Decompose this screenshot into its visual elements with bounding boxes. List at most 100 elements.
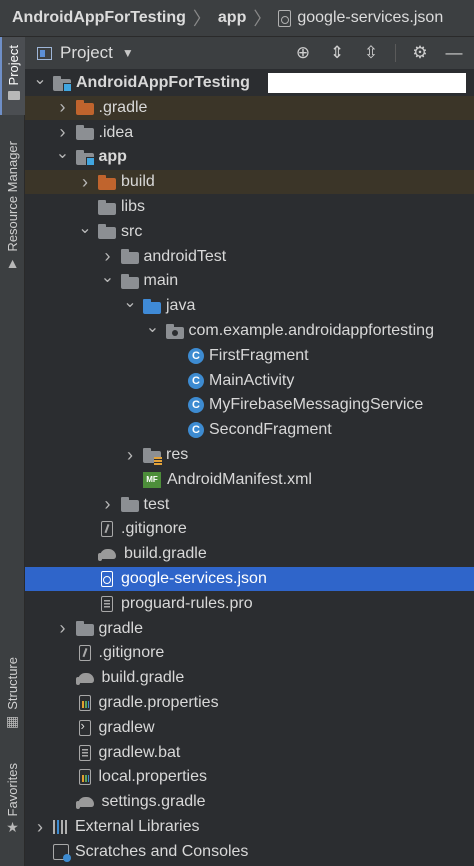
tree-row[interactable]: C SecondFragment (25, 418, 474, 442)
tree-row[interactable]: ⌄ main (25, 269, 474, 293)
tree-row[interactable]: › External Libraries (25, 815, 474, 839)
properties-file-icon (78, 769, 91, 786)
chevron-right-icon[interactable]: › (123, 445, 137, 466)
tree-row[interactable]: build.gradle (25, 666, 474, 690)
chevron-down-icon[interactable]: ⌄ (123, 292, 137, 312)
excluded-folder-icon (98, 174, 116, 190)
tree-row[interactable]: .gitignore (25, 641, 474, 665)
scratches-icon (53, 843, 71, 862)
shapes-icon: ▲ (5, 254, 20, 271)
tree-row-label: google-services.json (121, 570, 267, 587)
tree-row[interactable]: › build (25, 170, 474, 195)
collapse-all-icon[interactable]: ⇳ (361, 43, 381, 63)
gradle-elephant-icon (98, 547, 118, 562)
tree-row[interactable]: google-services.json (25, 567, 474, 591)
tree-row[interactable]: gradlew (25, 716, 474, 740)
tab-structure-label: Structure (5, 657, 20, 710)
folder-icon (7, 91, 20, 101)
project-tree[interactable]: ⌄ AndroidAppForTesting › .gradle › .idea ⌄ app ›… (25, 69, 474, 866)
tree-row[interactable]: ⌄ java (25, 294, 474, 318)
tree-row-label: test (143, 495, 170, 513)
excluded-folder-icon (75, 100, 94, 116)
tree-row[interactable]: ⌄ app (25, 145, 474, 169)
chevron-right-icon[interactable]: › (33, 817, 47, 838)
tree-row[interactable]: build.gradle (25, 542, 474, 566)
tree-row[interactable]: C MainActivity (25, 369, 474, 393)
class-icon: C (188, 397, 204, 414)
chevron-down-icon[interactable]: ⌄ (146, 317, 160, 337)
tree-row-label: libs (121, 198, 146, 215)
chevron-down-icon[interactable]: ⌄ (33, 69, 47, 89)
expand-all-icon[interactable]: ⇕ (327, 43, 347, 63)
resources-folder-icon (143, 447, 162, 465)
tree-row[interactable]: gradle.properties (25, 691, 474, 715)
tab-project-label: Project (6, 45, 21, 86)
breadcrumb-project[interactable]: AndroidAppForTesting (12, 9, 186, 27)
tree-row-label: main (143, 272, 179, 290)
chevron-right-icon[interactable]: › (78, 172, 92, 193)
json-file-icon (101, 571, 113, 587)
tree-row-label: build.gradle (101, 669, 185, 687)
tree-row-label: gradle.properties (98, 694, 219, 711)
tree-row[interactable]: settings.gradle (25, 790, 474, 814)
chevron-down-icon[interactable]: ⌄ (101, 267, 115, 287)
tree-row[interactable]: › res (25, 443, 474, 467)
chevron-down-icon[interactable]: ▼ (122, 46, 134, 60)
settings-icon[interactable]: ⚙ (410, 43, 430, 63)
tree-row-label: proguard-rules.pro (121, 594, 253, 612)
tree-row-label: java (166, 297, 196, 315)
tree-row[interactable]: MF AndroidManifest.xml (25, 468, 474, 492)
structure-icon: ▦ (5, 712, 20, 729)
breadcrumb-module[interactable]: app (218, 9, 246, 27)
tree-row[interactable]: › test (25, 493, 474, 517)
tree-row[interactable]: › androidTest (25, 245, 474, 269)
tree-row-label: .idea (98, 123, 134, 141)
chevron-right-icon[interactable]: › (56, 97, 70, 118)
tree-row[interactable]: proguard-rules.pro (25, 592, 474, 616)
tree-row[interactable]: C MyFirebaseMessagingService (25, 393, 474, 417)
chevron-right-icon[interactable]: › (56, 618, 70, 639)
tree-row[interactable]: C FirstFragment (25, 344, 474, 368)
chevron-right-icon[interactable]: › (101, 494, 115, 515)
chevron-down-icon[interactable]: ⌄ (78, 218, 92, 238)
tree-row[interactable]: gradlew.bat (25, 741, 474, 765)
tree-row[interactable]: › .gradle (25, 95, 474, 120)
tree-row[interactable]: › .idea (25, 121, 474, 145)
tree-row[interactable]: ⌄ AndroidAppForTesting (25, 71, 474, 95)
folder-icon (120, 497, 139, 513)
tree-row-label: MyFirebaseMessagingService (209, 396, 424, 414)
class-icon: C (188, 347, 204, 364)
tree-row[interactable]: Scratches and Consoles (25, 840, 474, 864)
tab-resource-manager[interactable]: Resource Manager ▲ (0, 137, 25, 270)
module-folder-icon (53, 75, 72, 92)
chevron-down-icon[interactable]: ⌄ (56, 143, 70, 163)
locate-icon[interactable]: ⊕ (293, 43, 313, 63)
tree-row-label: AndroidManifest.xml (167, 470, 312, 488)
json-file-icon (278, 9, 292, 27)
chevron-right-icon[interactable]: › (56, 122, 70, 143)
project-view-selector[interactable]: Project (60, 43, 113, 63)
tree-row[interactable]: libs (25, 195, 474, 219)
tree-row[interactable]: ⌄ src (25, 220, 474, 244)
tab-structure[interactable]: Structure ▦ (0, 657, 25, 728)
class-icon: C (188, 422, 204, 439)
text-file-icon (78, 744, 91, 761)
tree-row[interactable]: › gradle (25, 617, 474, 641)
header-divider (395, 44, 396, 62)
tree-row-label: Scratches and Consoles (75, 842, 249, 860)
folder-icon (120, 273, 139, 289)
folder-icon (75, 125, 94, 141)
tree-row[interactable]: ⌄ com.example.androidappfortesting (25, 319, 474, 343)
tree-row[interactable]: .gitignore (25, 517, 474, 541)
chevron-right-icon[interactable]: › (101, 246, 115, 267)
project-view-icon (37, 46, 52, 60)
tree-row-label: build.gradle (124, 545, 207, 563)
star-icon: ★ (6, 819, 19, 836)
tree-row-label: gradle (98, 619, 143, 637)
hide-icon[interactable]: — (444, 43, 464, 63)
tab-favorites[interactable]: Favorites ★ (0, 763, 25, 834)
breadcrumb-file[interactable]: google-services.json (297, 9, 443, 27)
tab-project[interactable]: Project (0, 37, 25, 115)
tree-row[interactable]: local.properties (25, 765, 474, 789)
tab-resource-manager-label: Resource Manager (5, 141, 20, 252)
